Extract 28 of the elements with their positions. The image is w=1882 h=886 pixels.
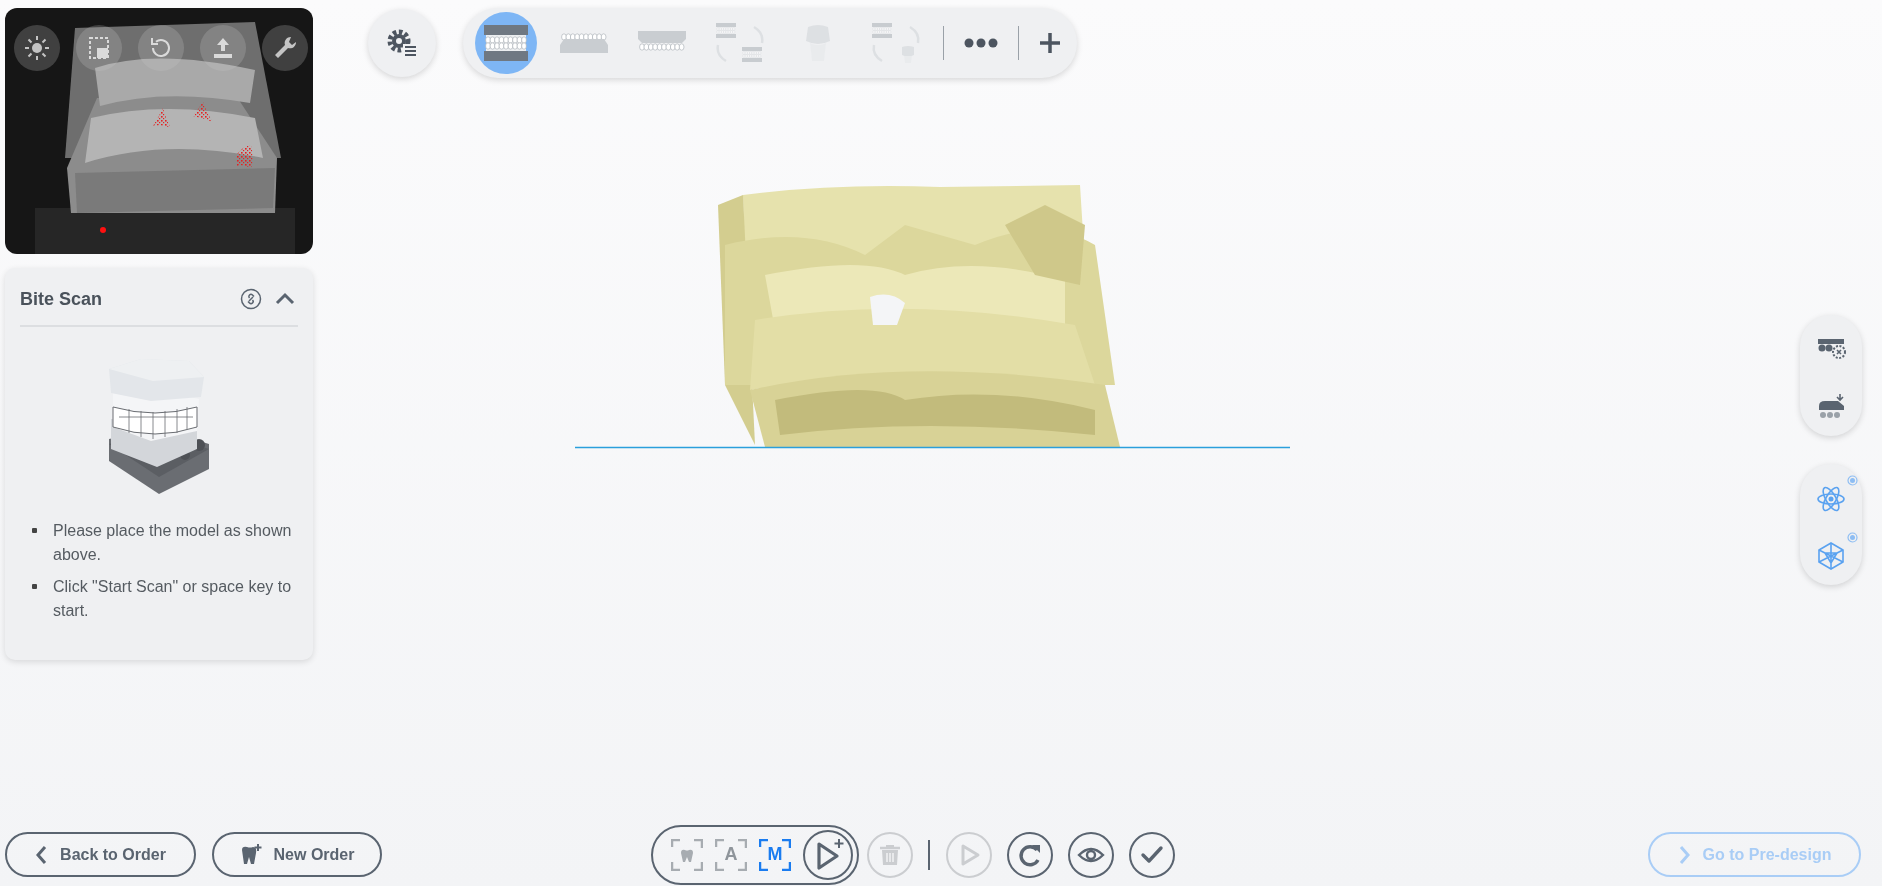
mesh-icon	[1816, 540, 1846, 571]
scan-mode-button[interactable]: A	[715, 838, 747, 871]
scan-mode-button[interactable]: M	[759, 838, 791, 871]
link-icon	[240, 288, 262, 310]
panel-title: Bite Scan	[20, 288, 103, 310]
new-order-button[interactable]: New Order	[212, 832, 382, 877]
view-button[interactable]	[1068, 831, 1114, 878]
chevron-left-icon	[35, 844, 49, 865]
bullet-icon	[32, 584, 37, 589]
radio-dot-icon	[1847, 531, 1858, 543]
bullet-icon	[32, 528, 37, 533]
settings-button[interactable]	[368, 9, 436, 77]
instruction-text: Click "Start Scan" or space key to start.	[53, 577, 293, 621]
chevron-right-icon	[1677, 844, 1691, 865]
radio-dot-icon	[1847, 475, 1858, 487]
plus-icon	[1039, 32, 1061, 54]
step-tab[interactable]	[475, 12, 537, 74]
back-button[interactable]: Back to Order	[5, 832, 196, 877]
preview-tool-button[interactable]	[14, 25, 60, 71]
preview-tool-button[interactable]	[262, 25, 308, 71]
tooth-plus-icon	[239, 843, 262, 866]
more-icon	[964, 38, 998, 48]
link-button[interactable]	[238, 286, 264, 312]
redo-button[interactable]	[1007, 831, 1053, 878]
preview-tool-button[interactable]	[76, 25, 122, 71]
instruction-text: Please place the model as shown above.	[53, 521, 293, 565]
start-scan-button[interactable]	[803, 829, 853, 880]
confirm-button[interactable]	[1129, 831, 1175, 878]
